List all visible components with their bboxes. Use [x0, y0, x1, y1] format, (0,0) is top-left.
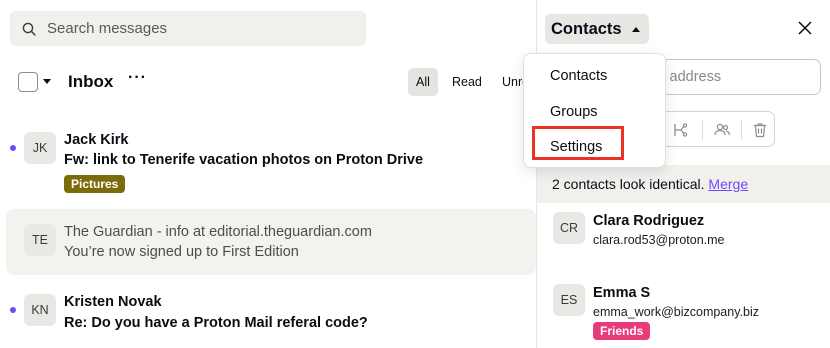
merge-link[interactable]: Merge: [708, 176, 748, 192]
menu-item-settings[interactable]: Settings: [532, 126, 624, 160]
search-icon: [22, 22, 36, 36]
sender-avatar: TE: [24, 224, 56, 256]
contacts-menu-button[interactable]: Contacts: [545, 14, 649, 44]
message-list-pane: Search messages Inbox ··· All Read Unre …: [0, 0, 536, 348]
contacts-dropdown-menu: Contacts Groups Settings: [523, 53, 666, 168]
contacts-menu-label: Contacts: [551, 20, 622, 38]
contact-email: clara.rod53@proton.me: [593, 233, 725, 247]
filter-read[interactable]: Read: [444, 68, 490, 96]
message-row[interactable]: TE The Guardian - info at editorial.theg…: [6, 209, 536, 275]
contact-group-icon[interactable]: [713, 121, 731, 139]
contact-name: Emma S: [593, 285, 651, 301]
menu-item-groups[interactable]: Groups: [524, 95, 667, 129]
email-field[interactable]: ail address: [640, 59, 821, 95]
message-subject: Re: Do you have a Proton Mail referal co…: [64, 315, 368, 331]
sender-avatar: KN: [24, 294, 56, 326]
select-dropdown-caret-icon[interactable]: [43, 79, 51, 84]
caret-up-icon: [631, 27, 640, 32]
unread-dot-icon: [10, 145, 16, 151]
label-badge[interactable]: Pictures: [64, 175, 126, 193]
message-sender: The Guardian - info at editorial.theguar…: [64, 224, 372, 240]
divider: [702, 120, 703, 140]
contact-name: Clara Rodriguez: [593, 213, 705, 229]
search-input[interactable]: Search messages: [10, 11, 366, 46]
group-badge[interactable]: Friends: [593, 322, 651, 340]
menu-item-contacts[interactable]: Contacts: [524, 59, 667, 93]
close-icon[interactable]: [796, 19, 814, 37]
contact-email: emma_work@bizcompany.biz: [593, 305, 759, 319]
message-row[interactable]: JK Jack Kirk Fw: link to Tenerife vacati…: [0, 121, 536, 193]
message-row[interactable]: KN Kristen Novak Re: Do you have a Proto…: [0, 283, 536, 348]
merge-icon[interactable]: [671, 121, 689, 139]
search-placeholder: Search messages: [47, 20, 168, 37]
filter-all[interactable]: All: [408, 68, 438, 96]
more-options-button[interactable]: ···: [128, 69, 147, 87]
select-all-checkbox[interactable]: [18, 72, 38, 92]
contact-row[interactable]: ES Emma S emma_work@bizcompany.biz Frien…: [537, 275, 830, 340]
mail-app: Search messages Inbox ··· All Read Unre …: [0, 0, 830, 348]
contact-avatar: ES: [553, 284, 585, 316]
duplicate-notice-text: 2 contacts look identical.: [552, 176, 705, 192]
contact-row[interactable]: CR Clara Rodriguez clara.rod53@proton.me: [537, 203, 830, 263]
message-subject: Fw: link to Tenerife vacation photos on …: [64, 152, 424, 168]
message-subject: You’re now signed up to First Edition: [64, 244, 299, 260]
duplicate-notice: 2 contacts look identical. Merge: [537, 165, 830, 203]
list-toolbar: Inbox ··· All Read Unre: [0, 62, 536, 102]
divider: [741, 120, 742, 140]
sender-avatar: JK: [24, 132, 56, 164]
trash-icon[interactable]: [751, 121, 769, 139]
folder-title: Inbox: [68, 72, 114, 91]
message-sender: Kristen Novak: [64, 294, 162, 310]
unread-dot-icon: [10, 307, 16, 313]
contact-avatar: CR: [553, 212, 585, 244]
message-sender: Jack Kirk: [64, 132, 129, 148]
